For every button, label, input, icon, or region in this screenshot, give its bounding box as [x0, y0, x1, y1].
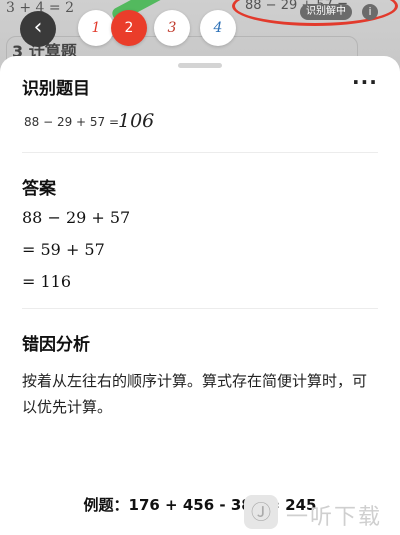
answer-title: 答案 [22, 179, 56, 199]
chevron-left-icon: ‹ [33, 15, 43, 40]
back-button[interactable]: ‹ [20, 11, 56, 47]
divider [22, 308, 378, 309]
step-1-button[interactable]: 1 [78, 10, 114, 46]
analysis-text: 按着从左往右的顺序计算。算式存在简便计算时，可以优先计算。 [22, 372, 368, 416]
step-4-button[interactable]: 4 [200, 10, 236, 46]
watermark-text: 一听下载 [286, 505, 383, 530]
watermark: Ⓙ 一听下载 [240, 493, 400, 535]
answer-line-2: = 59 + 57 [22, 240, 105, 259]
more-dots-icon[interactable]: ··· [352, 70, 378, 94]
recognized-printed: 88 − 29 + 57 = [24, 115, 120, 129]
recognizing-badge: 识别解中 [300, 4, 352, 20]
result-sheet: 识别题目 ··· 88 − 29 + 57 = 106 答案 88 − 29 +… [0, 56, 400, 535]
answer-line-3: = 116 [22, 272, 72, 291]
answer-line-1: 88 − 29 + 57 [22, 208, 131, 227]
step-3-button[interactable]: 3 [154, 10, 190, 46]
step-2-button[interactable]: 2 [111, 10, 147, 46]
divider [22, 152, 378, 153]
recognized-handwritten: 106 [118, 110, 155, 132]
analysis-title: 错因分析 [22, 335, 90, 355]
recognition-title: 识别题目 [22, 79, 90, 99]
watermark-logo-icon: Ⓙ [244, 495, 278, 529]
info-icon: i [362, 4, 378, 20]
drag-handle[interactable] [178, 63, 222, 68]
